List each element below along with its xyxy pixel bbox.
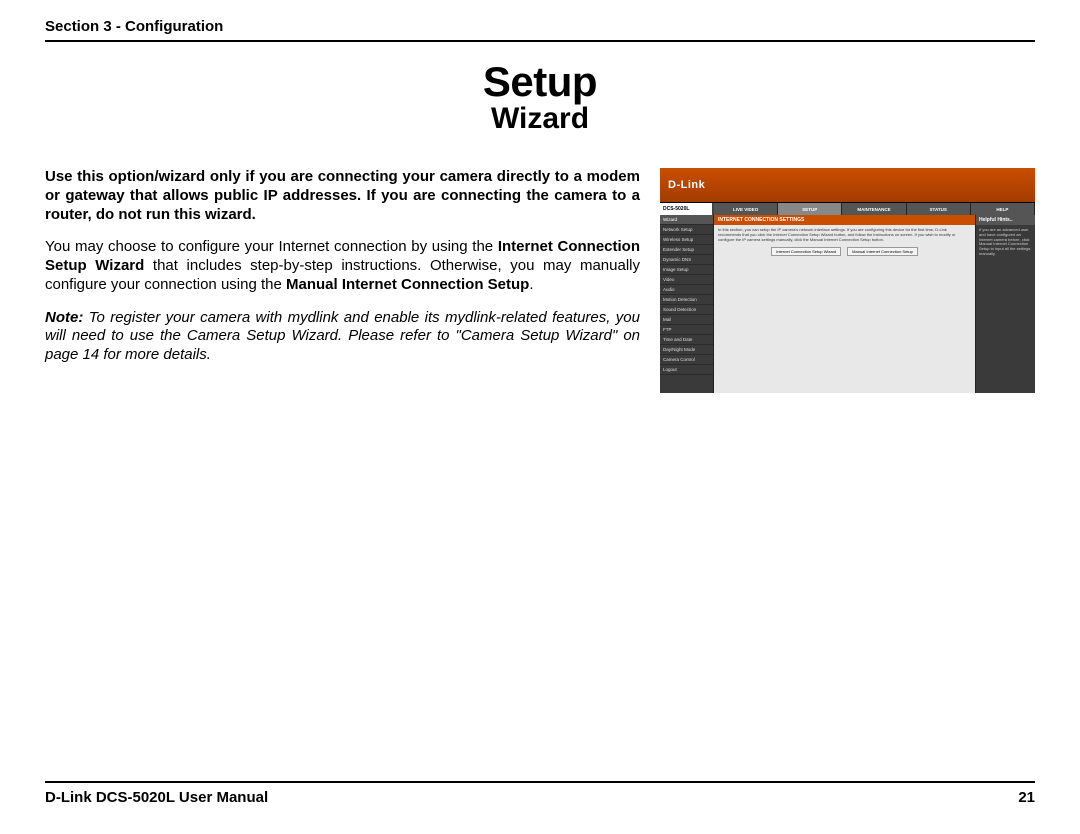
shot-side-item-mail[interactable]: Mail — [660, 315, 713, 325]
shot-side-item-wizard[interactable]: Wizard — [660, 215, 713, 225]
shot-hints-title: Helpful Hints.. — [976, 215, 1035, 225]
shot-side-item-image-setup[interactable]: Image Setup — [660, 265, 713, 275]
embedded-screenshot: D-Link DCS-5020L LIVE VIDEOSETUPMAINTENA… — [660, 168, 1035, 393]
shot-tab-help[interactable]: HELP — [971, 203, 1035, 215]
shot-btn-wizard[interactable]: Internet Connection Setup Wizard — [771, 247, 841, 256]
shot-banner: D-Link — [660, 168, 1035, 203]
shot-side-item-day-night-mode[interactable]: Day/Night Mode — [660, 345, 713, 355]
shot-side-item-motion-detection[interactable]: Motion Detection — [660, 295, 713, 305]
page-header: Section 3 - Configuration — [45, 18, 1035, 42]
shot-logo: D-Link — [668, 179, 705, 191]
shot-tab-status[interactable]: STATUS — [907, 203, 971, 215]
paragraph-note: Note: To register your camera with mydli… — [45, 309, 640, 365]
shot-side-item-video[interactable]: Video — [660, 275, 713, 285]
shot-tab-live-video[interactable]: LIVE VIDEO — [714, 203, 778, 215]
shot-panel-text: In this section, you can setup the IP ca… — [714, 225, 975, 247]
shot-tab-setup[interactable]: SETUP — [778, 203, 842, 215]
footer-page-number: 21 — [1018, 789, 1035, 806]
shot-model-label: DCS-5020L — [660, 203, 714, 215]
section-label: Section 3 - Configuration — [45, 18, 223, 35]
shot-main-panel: INTERNET CONNECTION SETTINGS In this sec… — [714, 215, 975, 393]
shot-tab-maintenance[interactable]: MAINTENANCE — [842, 203, 906, 215]
body-text-column: Use this option/wizard only if you are c… — [45, 168, 640, 379]
shot-side-item-dynamic-dns[interactable]: Dynamic DNS — [660, 255, 713, 265]
shot-hints-panel: Helpful Hints.. If you are an advanced u… — [975, 215, 1035, 393]
page-title-main: Setup — [45, 60, 1035, 104]
shot-panel-title: INTERNET CONNECTION SETTINGS — [714, 215, 975, 225]
page-title-sub: Wizard — [45, 102, 1035, 136]
footer-manual-title: D-Link DCS-5020L User Manual — [45, 789, 268, 806]
shot-side-item-camera-control[interactable]: Camera Control — [660, 355, 713, 365]
shot-side-item-logout[interactable]: Logout — [660, 365, 713, 375]
shot-side-item-time-and-date[interactable]: Time and Date — [660, 335, 713, 345]
paragraph-wizard-choice: You may choose to configure your Interne… — [45, 238, 640, 294]
shot-side-item-wireless-setup[interactable]: Wireless Setup — [660, 235, 713, 245]
shot-side-item-ftp[interactable]: FTP — [660, 325, 713, 335]
shot-side-item-network-setup[interactable]: Network Setup — [660, 225, 713, 235]
shot-side-item-sound-detection[interactable]: Sound Detection — [660, 305, 713, 315]
shot-btn-manual[interactable]: Manual Internet Connection Setup — [847, 247, 918, 256]
shot-sidebar: WizardNetwork SetupWireless SetupExtende… — [660, 215, 714, 393]
intro-warning: Use this option/wizard only if you are c… — [45, 168, 640, 224]
shot-nav: DCS-5020L LIVE VIDEOSETUPMAINTENANCESTAT… — [660, 203, 1035, 215]
shot-side-item-extender-setup[interactable]: Extender Setup — [660, 245, 713, 255]
shot-hints-text: If you are an advanced user and have con… — [976, 225, 1035, 260]
page-footer: D-Link DCS-5020L User Manual 21 — [45, 781, 1035, 806]
shot-side-item-audio[interactable]: Audio — [660, 285, 713, 295]
